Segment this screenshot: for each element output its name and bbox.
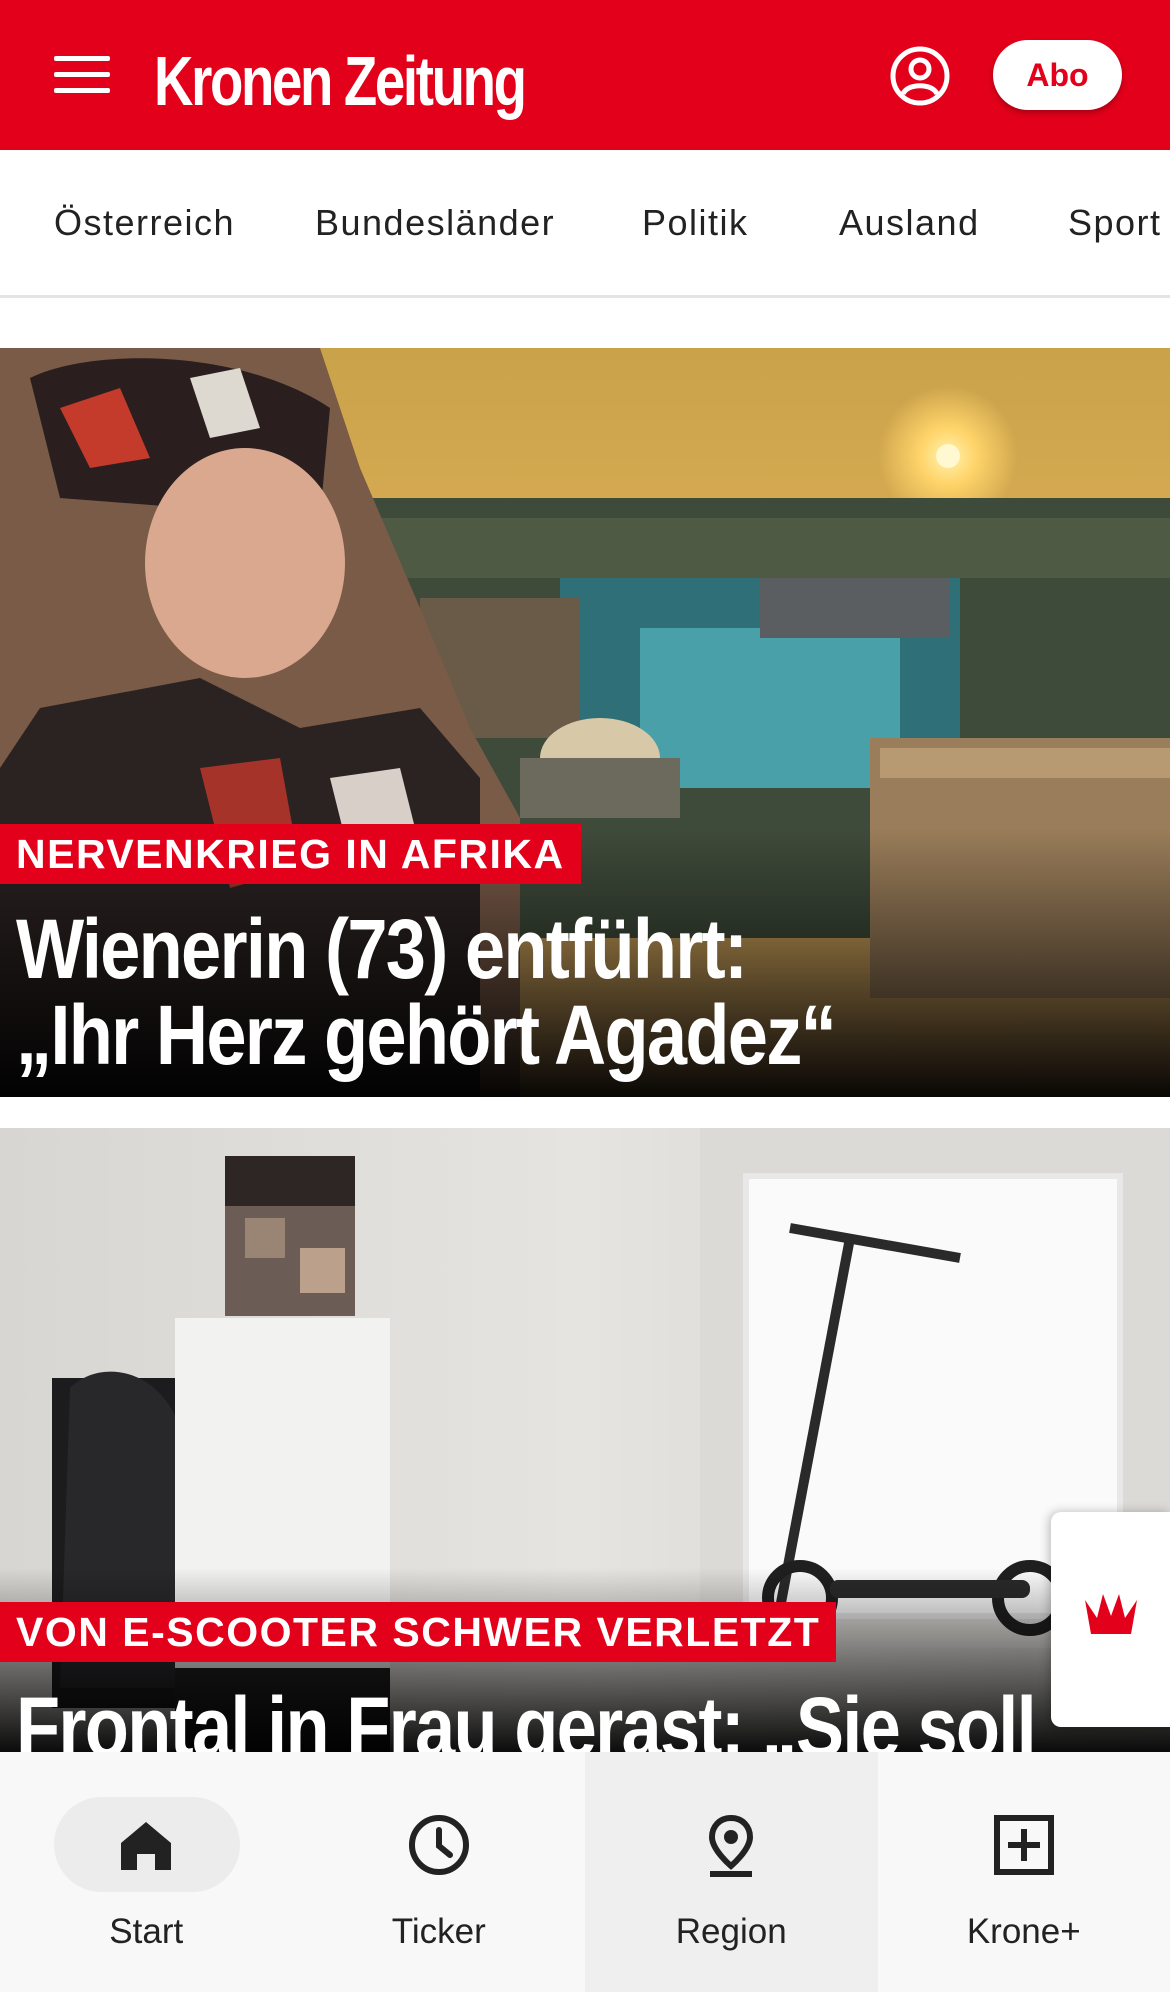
bottom-nav-label: Krone+	[966, 1912, 1081, 1951]
krone-plus-widget[interactable]	[1051, 1512, 1170, 1727]
article-headline: Frontal in Frau gerast: „Sie soll	[16, 1680, 1037, 1752]
article-teaser[interactable]: VON E-SCOOTER SCHWER VERLETZT Frontal in…	[0, 1128, 1170, 1752]
nav-item-sport[interactable]: Sport	[1068, 202, 1162, 244]
plus-box-icon	[993, 1815, 1054, 1875]
headline-line: Wienerin (73) entführt:	[16, 902, 748, 996]
section-nav: Österreich Bundesländer Politik Ausland …	[0, 150, 1170, 298]
bottom-nav-start[interactable]: Start	[0, 1752, 293, 1992]
menu-icon[interactable]	[54, 54, 114, 94]
article-headline: Wienerin (73) entführt: „Ihr Herz gehört…	[16, 902, 837, 1082]
headline-line: „Ihr Herz gehört Agadez“	[16, 988, 837, 1082]
location-pin-icon	[709, 1814, 754, 1877]
bottom-nav-ticker[interactable]: Ticker	[293, 1752, 586, 1992]
clock-icon	[408, 1815, 469, 1875]
account-icon[interactable]	[889, 45, 951, 107]
app-header: Kronen Zeitung Abo	[0, 0, 1170, 150]
nav-item-ausland[interactable]: Ausland	[839, 202, 980, 244]
nav-item-oesterreich[interactable]: Österreich	[54, 202, 235, 244]
bottom-nav-label: Region	[675, 1912, 787, 1951]
nav-item-politik[interactable]: Politik	[642, 202, 749, 244]
bottom-nav-krone-plus[interactable]: Krone+	[878, 1752, 1170, 1992]
article-kicker: NERVENKRIEG IN AFRIKA	[0, 824, 581, 884]
home-icon	[121, 1822, 172, 1870]
headline-line: Frontal in Frau gerast: „Sie soll	[16, 1680, 1037, 1752]
bottom-navigation: Start Ticker Region Krone+	[0, 1752, 1170, 1992]
bottom-nav-label: Start	[109, 1912, 184, 1951]
abo-button[interactable]: Abo	[993, 40, 1122, 110]
article-teaser[interactable]: NERVENKRIEG IN AFRIKA Wienerin (73) entf…	[0, 348, 1170, 1097]
bottom-nav-label: Ticker	[391, 1912, 486, 1951]
brand-logo[interactable]: Kronen Zeitung	[154, 38, 527, 124]
article-kicker: VON E-SCOOTER SCHWER VERLETZT	[0, 1602, 837, 1662]
crown-icon	[1085, 1594, 1137, 1634]
nav-item-bundeslaender[interactable]: Bundesländer	[315, 202, 555, 244]
bottom-nav-region[interactable]: Region	[585, 1752, 878, 1992]
